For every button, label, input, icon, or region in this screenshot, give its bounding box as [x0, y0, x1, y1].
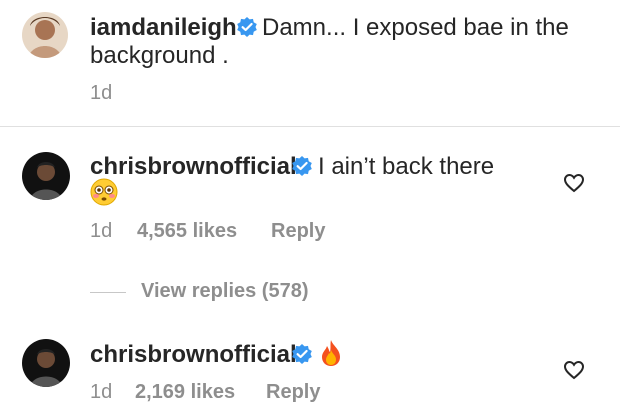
flushed-face-emoji-icon	[90, 178, 118, 206]
comment-timestamp: 1d	[90, 381, 113, 403]
reply-button[interactable]: Reply	[266, 381, 320, 404]
like-heart-icon[interactable]	[563, 173, 585, 193]
verified-badge-icon	[292, 156, 312, 176]
comment-timestamp: 1d	[90, 82, 113, 104]
likes-count[interactable]: 2,169 likes	[135, 381, 235, 404]
avatar-iamdanileigh[interactable]	[22, 12, 68, 58]
view-replies-line	[90, 292, 126, 293]
avatar-chrisbrownofficial[interactable]	[22, 339, 70, 387]
verified-badge-icon	[292, 344, 312, 364]
like-heart-icon[interactable]	[563, 360, 585, 380]
reply-button[interactable]: Reply	[271, 220, 325, 243]
fire-emoji-icon	[322, 340, 340, 366]
comment-text-continued: background .	[90, 42, 229, 69]
avatar-chrisbrownofficial[interactable]	[22, 152, 70, 200]
avatar-image	[22, 339, 70, 387]
comment-text: I ain’t back there	[318, 153, 495, 180]
comment-divider	[0, 126, 620, 127]
avatar-image	[22, 12, 68, 58]
comment-username[interactable]: iamdanileigh	[90, 14, 237, 42]
comment-username[interactable]: chrisbrownofficial	[90, 153, 297, 181]
view-replies-button[interactable]: View replies (578)	[141, 280, 309, 303]
comment-text: Damn... I exposed bae in the	[262, 14, 569, 41]
comment-timestamp: 1d	[90, 220, 113, 242]
comment-username[interactable]: chrisbrownofficial	[90, 341, 297, 369]
avatar-image	[22, 152, 70, 200]
likes-count[interactable]: 4,565 likes	[137, 220, 237, 243]
verified-badge-icon	[237, 17, 257, 37]
